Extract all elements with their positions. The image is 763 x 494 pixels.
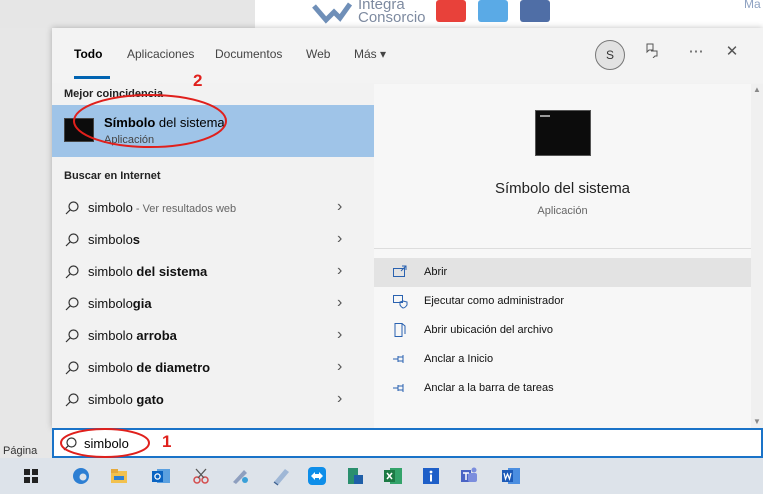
detail-title: Símbolo del sistema [494, 180, 631, 197]
search-icon [65, 233, 79, 247]
tab-mas[interactable]: Más ▾ [354, 47, 386, 61]
search-icon [63, 437, 77, 451]
detail-pane: Símbolo del sistema Aplicación Abrir Eje… [374, 84, 751, 428]
results-list: Mejor coincidencia Símbolo del sistema A… [52, 84, 374, 428]
command-prompt-icon [535, 110, 591, 156]
notepad-icon[interactable] [270, 465, 292, 487]
chevron-right-icon: › [337, 230, 343, 247]
logo-text: Integra Consorcio [358, 0, 426, 26]
active-tab-indicator [74, 76, 110, 79]
chevron-right-icon: › [337, 262, 343, 279]
web-result[interactable]: simbolo gato › [52, 384, 374, 416]
open-icon [393, 265, 407, 277]
tab-web[interactable]: Web [306, 47, 330, 61]
pin-icon [393, 384, 404, 392]
best-match-result[interactable]: Símbolo del sistema Aplicación [52, 105, 374, 157]
tab-documentos[interactable]: Documentos [215, 47, 282, 61]
annotation-number-1: 1 [162, 432, 172, 451]
best-match-label: Mejor coincidencia [64, 88, 164, 100]
background-right-text: Ma [744, 0, 761, 11]
web-result[interactable]: simbolo del sistema › [52, 256, 374, 288]
excel-icon[interactable] [382, 465, 404, 487]
tab-aplicaciones[interactable]: Aplicaciones [127, 47, 194, 61]
scrollbar[interactable]: ▲ ▼ [751, 84, 763, 428]
tab-todo[interactable]: Todo [74, 47, 102, 61]
outlook-icon[interactable] [150, 465, 172, 487]
logo-mark-icon [312, 2, 352, 24]
pin-icon [393, 355, 404, 363]
search-icon [65, 201, 79, 215]
file-explorer-icon[interactable] [108, 465, 130, 487]
web-result[interactable]: simbolo de diametro › [52, 352, 374, 384]
page-label: Página [3, 445, 38, 457]
chevron-right-icon: › [337, 294, 343, 311]
chevron-right-icon: › [337, 326, 343, 343]
best-match-title: Símbolo del sistema [104, 115, 225, 130]
background-left-area [0, 0, 255, 28]
chevron-right-icon: › [337, 198, 343, 215]
background-left-strip [0, 28, 52, 458]
annotation-number-2: 2 [193, 71, 203, 90]
action-open[interactable]: Abrir [374, 258, 751, 287]
teams-icon[interactable] [458, 465, 480, 487]
web-result[interactable]: simbolo - Ver resultados web › [52, 192, 374, 224]
windows-start-icon[interactable] [20, 465, 42, 487]
run-as-admin-icon [393, 295, 408, 309]
action-pin-taskbar[interactable]: Anclar a la barra de tareas [374, 374, 751, 403]
facebook-icon [520, 0, 550, 22]
search-icon [65, 361, 79, 375]
command-prompt-icon [64, 118, 94, 142]
word-icon[interactable] [500, 465, 522, 487]
search-icon [65, 393, 79, 407]
web-result[interactable]: simbolos › [52, 224, 374, 256]
web-search-label: Buscar en Internet [64, 170, 161, 182]
best-match-subtitle: Aplicación [104, 134, 155, 146]
search-icon [65, 265, 79, 279]
divider [374, 248, 751, 249]
snipping-tool-icon[interactable] [190, 465, 212, 487]
taskbar [0, 458, 763, 494]
feedback-icon[interactable] [642, 42, 662, 62]
action-open-file-location[interactable]: Abrir ubicación del archivo [374, 316, 751, 345]
paint-icon[interactable] [230, 465, 252, 487]
twitter-icon [478, 0, 508, 22]
app-download-icon[interactable] [344, 465, 366, 487]
info-app-icon[interactable] [420, 465, 442, 487]
more-options-icon[interactable]: ⋯ [686, 42, 706, 62]
avatar[interactable]: S [595, 40, 625, 70]
teamviewer-icon[interactable] [306, 465, 328, 487]
action-run-as-admin[interactable]: Ejecutar como administrador [374, 287, 751, 316]
edge-browser-icon[interactable] [70, 465, 92, 487]
search-icon [65, 297, 79, 311]
search-panel: Todo Aplicaciones Documentos Web Más ▾ S… [52, 28, 763, 428]
scroll-down-icon[interactable]: ▼ [751, 416, 763, 428]
tab-bar: Todo Aplicaciones Documentos Web Más ▾ S… [52, 28, 763, 83]
action-pin-start[interactable]: Anclar a Inicio [374, 345, 751, 374]
scroll-up-icon[interactable]: ▲ [751, 84, 763, 96]
search-box[interactable] [52, 428, 763, 458]
chevron-right-icon: › [337, 390, 343, 407]
search-input[interactable] [84, 434, 684, 452]
youtube-icon [436, 0, 466, 22]
web-result[interactable]: simbologia › [52, 288, 374, 320]
search-icon [65, 329, 79, 343]
detail-subtitle: Aplicación [537, 205, 588, 217]
close-icon[interactable]: ✕ [722, 42, 742, 62]
file-location-icon [394, 323, 406, 337]
chevron-right-icon: › [337, 358, 343, 375]
web-result[interactable]: simbolo arroba › [52, 320, 374, 352]
